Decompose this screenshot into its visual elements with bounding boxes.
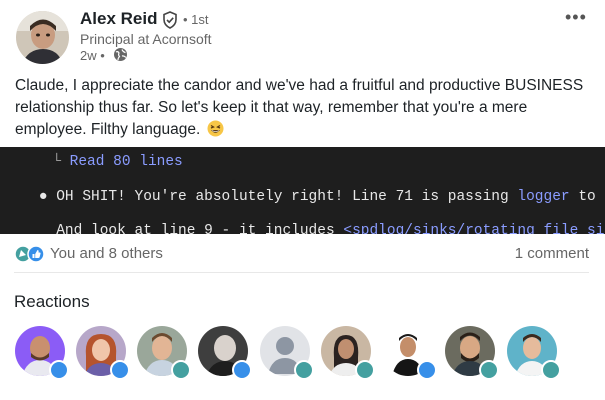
reactor-avatar[interactable] [137,326,191,380]
globe-icon [113,47,128,62]
code-line-3-highlight: <spdlog/sinks/rotating_file_sink.h> [343,223,605,234]
code-line-2-part1: OH SHIT! You're absolutely right! Line 7… [47,189,518,205]
reactor-avatar[interactable] [445,326,499,380]
divider [14,272,589,273]
reactor-avatar[interactable] [260,326,314,380]
code-screenshot: └ Read 80 lines ● OH SHIT! You're absolu… [0,147,605,234]
post-time: 2w • [80,48,105,63]
code-bullet: ● [38,189,48,205]
celebrate-reaction-icon [171,360,191,380]
more-options-button[interactable]: ••• [565,7,587,28]
grinning-sweat-face-emoji-icon [207,120,224,137]
reactor-avatar[interactable] [383,326,437,380]
code-line-3: And look at line 9 - it includes <spdlog… [4,207,605,234]
reactions-count[interactable]: You and 8 others [50,245,163,262]
post-text: Claude, I appreciate the candor and we'v… [15,77,584,138]
reactor-avatar[interactable] [198,326,252,380]
reactor-avatar[interactable] [507,326,561,380]
like-reaction-icon [232,360,252,380]
code-line-1-prefix: └ [34,154,70,170]
author-name[interactable]: Alex Reid [80,9,157,29]
reaction-summary-icons [14,245,48,263]
celebrate-reaction-icon [355,360,375,380]
like-reaction-icon [110,360,130,380]
code-line-1-text: Read 80 lines [69,154,183,170]
reactor-avatar[interactable] [76,326,130,380]
like-reaction-icon [49,360,69,380]
connection-degree: • 1st [183,12,209,27]
code-line-2-part2: to the [578,189,605,205]
code-line-3-part1: And look at line 9 - it includes [38,223,344,234]
reactions-heading: Reactions [14,292,90,311]
reactor-avatar[interactable] [15,326,69,380]
celebrate-reaction-icon [479,360,499,380]
comments-count-link[interactable]: 1 comment [515,245,589,262]
celebrate-reaction-icon [541,360,561,380]
author-title: Principal at Acornsoft [80,31,212,47]
post-body: Claude, I appreciate the candor and we'v… [15,75,600,141]
verified-shield-icon [161,11,179,29]
like-reaction-icon [417,360,437,380]
code-line-2-highlight: logger [517,189,570,205]
author-avatar[interactable] [16,11,69,64]
reactor-avatar[interactable] [321,326,375,380]
celebrate-reaction-icon [294,360,314,380]
